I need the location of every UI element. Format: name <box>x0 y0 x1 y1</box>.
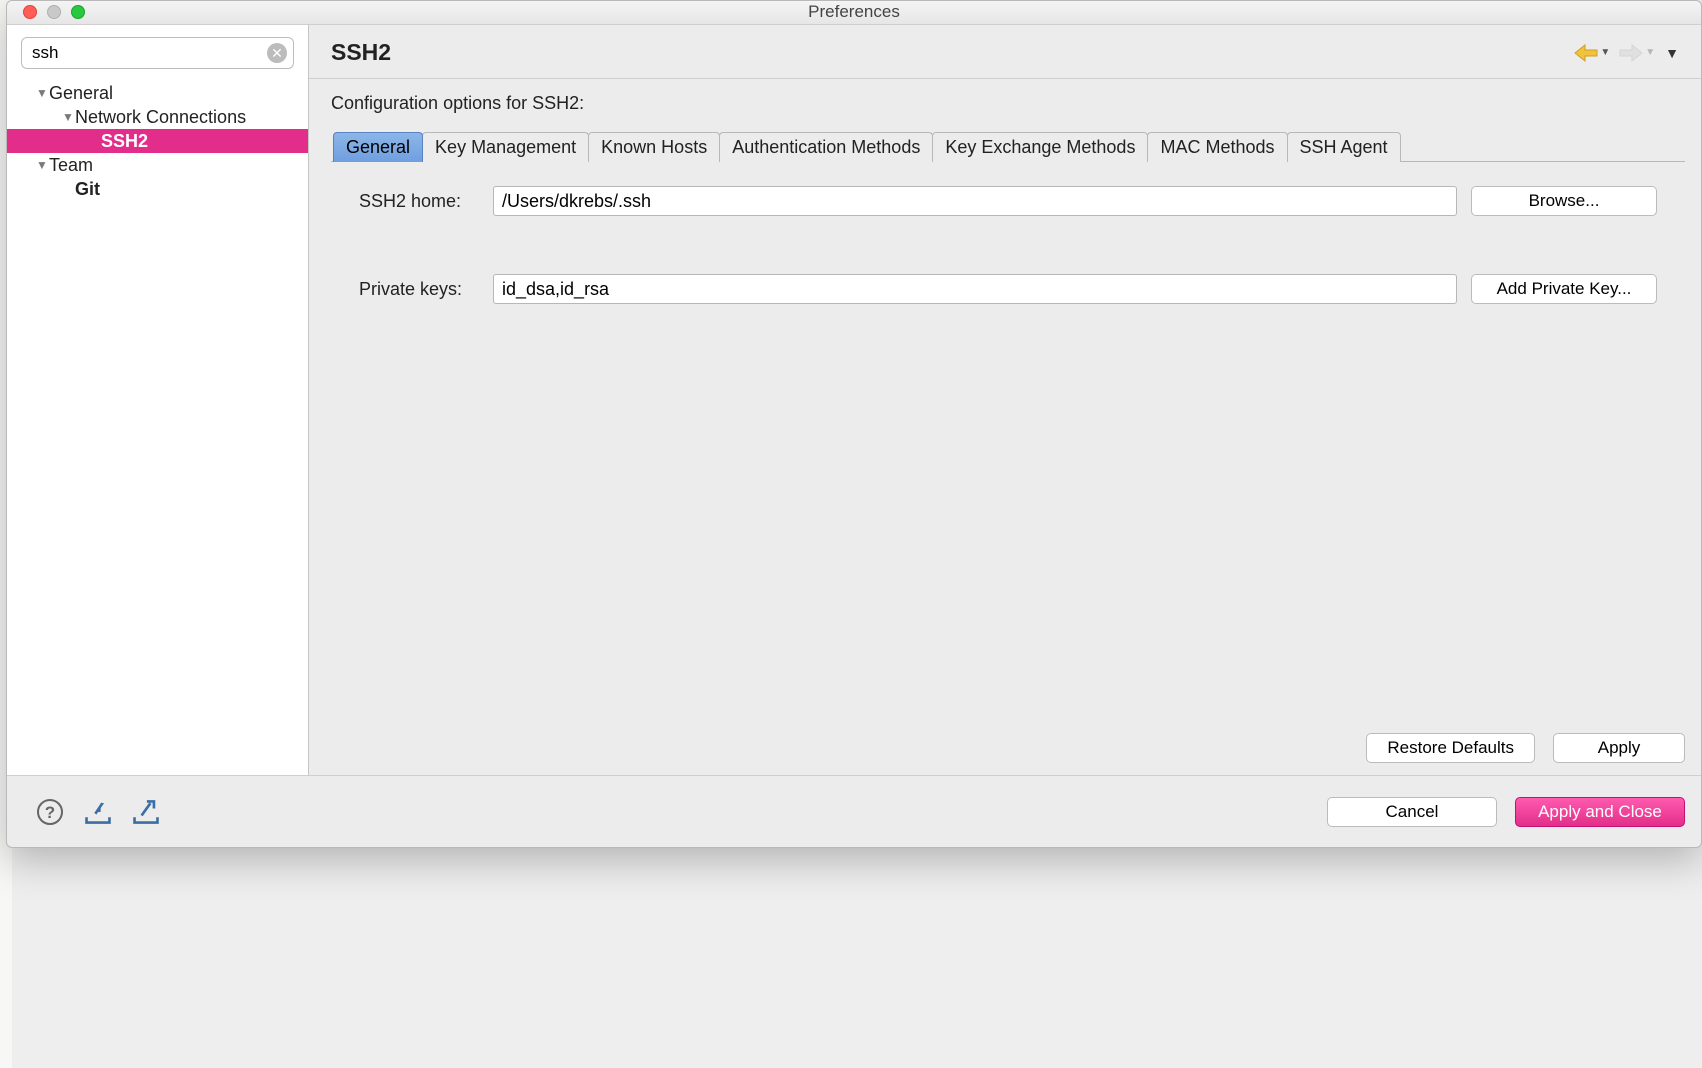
apply-and-close-button[interactable]: Apply and Close <box>1515 797 1685 827</box>
tab-label: SSH Agent <box>1300 137 1388 157</box>
tree-item-label: SSH2 <box>101 131 148 152</box>
private-keys-label: Private keys: <box>359 279 479 300</box>
preferences-tree: ▼ General ▼ Network Connections SSH2 ▼ T… <box>7 81 308 201</box>
browse-button[interactable]: Browse... <box>1471 186 1657 216</box>
tab-label: General <box>346 137 410 157</box>
tree-item-label: Git <box>75 179 100 200</box>
tree-item-network-connections[interactable]: ▼ Network Connections <box>7 105 308 129</box>
tab-authentication-methods[interactable]: Authentication Methods <box>719 132 933 162</box>
tab-panel-general: SSH2 home: Browse... Private keys: Add P… <box>331 162 1685 733</box>
disclosure-triangle-icon[interactable]: ▼ <box>61 110 75 124</box>
tree-item-label: Network Connections <box>75 107 246 128</box>
content-header: SSH2 ▼ ▼ ▼ <box>309 25 1701 79</box>
import-prefs-button[interactable] <box>83 797 113 827</box>
content-actions: Restore Defaults Apply <box>331 733 1701 775</box>
arrow-right-icon <box>1618 42 1644 64</box>
clear-search-icon[interactable]: ✕ <box>267 43 287 63</box>
tab-label: MAC Methods <box>1160 137 1274 157</box>
tab-bar: General Key Management Known Hosts Authe… <box>333 132 1695 162</box>
tree-item-label: General <box>49 83 113 104</box>
history-nav: ▼ ▼ ▼ <box>1571 40 1683 66</box>
page-description: Configuration options for SSH2: <box>331 93 1701 114</box>
help-icon: ? <box>36 798 64 826</box>
apply-button[interactable]: Apply <box>1553 733 1685 763</box>
tab-mac-methods[interactable]: MAC Methods <box>1147 132 1287 162</box>
sidebar: ✕ ▼ General ▼ Network Connections SSH2 ▼… <box>7 25 309 775</box>
ssh2-home-input[interactable] <box>493 186 1457 216</box>
row-private-keys: Private keys: Add Private Key... <box>359 274 1657 304</box>
tab-label: Authentication Methods <box>732 137 920 157</box>
titlebar: Preferences <box>7 1 1701 25</box>
content-pane: SSH2 ▼ ▼ ▼ <box>309 25 1701 775</box>
nav-back-button[interactable]: ▼ <box>1571 40 1612 66</box>
page-menu-button[interactable]: ▼ <box>1661 45 1683 61</box>
help-button[interactable]: ? <box>35 797 65 827</box>
preferences-window: Preferences ✕ ▼ General ▼ Network Connec… <box>6 0 1702 848</box>
nav-forward-button: ▼ <box>1616 40 1657 66</box>
tree-item-ssh2[interactable]: SSH2 <box>7 129 308 153</box>
dropdown-triangle-icon: ▼ <box>1645 47 1655 58</box>
content-body: Configuration options for SSH2: General … <box>309 79 1701 775</box>
filter-search-box[interactable]: ✕ <box>21 37 294 69</box>
ssh2-home-label: SSH2 home: <box>359 191 479 212</box>
tab-label: Key Exchange Methods <box>945 137 1135 157</box>
tab-label: Known Hosts <box>601 137 707 157</box>
arrow-left-icon <box>1573 42 1599 64</box>
tab-key-exchange-methods[interactable]: Key Exchange Methods <box>932 132 1148 162</box>
tree-item-git[interactable]: ▼ Git <box>7 177 308 201</box>
tree-item-team[interactable]: ▼ Team <box>7 153 308 177</box>
tab-known-hosts[interactable]: Known Hosts <box>588 132 720 162</box>
page-title: SSH2 <box>331 39 1561 66</box>
export-prefs-button[interactable] <box>131 797 161 827</box>
add-private-key-button[interactable]: Add Private Key... <box>1471 274 1657 304</box>
filter-search-input[interactable] <box>32 43 265 63</box>
dialog-footer: ? Cancel Apply and Close <box>7 775 1701 847</box>
export-icon <box>131 798 161 826</box>
svg-text:?: ? <box>45 803 55 822</box>
row-ssh2-home: SSH2 home: Browse... <box>359 186 1657 216</box>
tab-ssh-agent[interactable]: SSH Agent <box>1287 132 1401 162</box>
tree-item-label: Team <box>49 155 93 176</box>
dropdown-triangle-icon: ▼ <box>1600 47 1610 58</box>
tree-item-general[interactable]: ▼ General <box>7 81 308 105</box>
import-icon <box>83 798 113 826</box>
tab-key-management[interactable]: Key Management <box>422 132 589 162</box>
restore-defaults-button[interactable]: Restore Defaults <box>1366 733 1535 763</box>
window-title: Preferences <box>7 2 1701 22</box>
tab-general[interactable]: General <box>333 132 423 162</box>
private-keys-input[interactable] <box>493 274 1457 304</box>
disclosure-triangle-icon[interactable]: ▼ <box>35 86 49 100</box>
disclosure-triangle-icon[interactable]: ▼ <box>35 158 49 172</box>
tab-label: Key Management <box>435 137 576 157</box>
cancel-button[interactable]: Cancel <box>1327 797 1497 827</box>
